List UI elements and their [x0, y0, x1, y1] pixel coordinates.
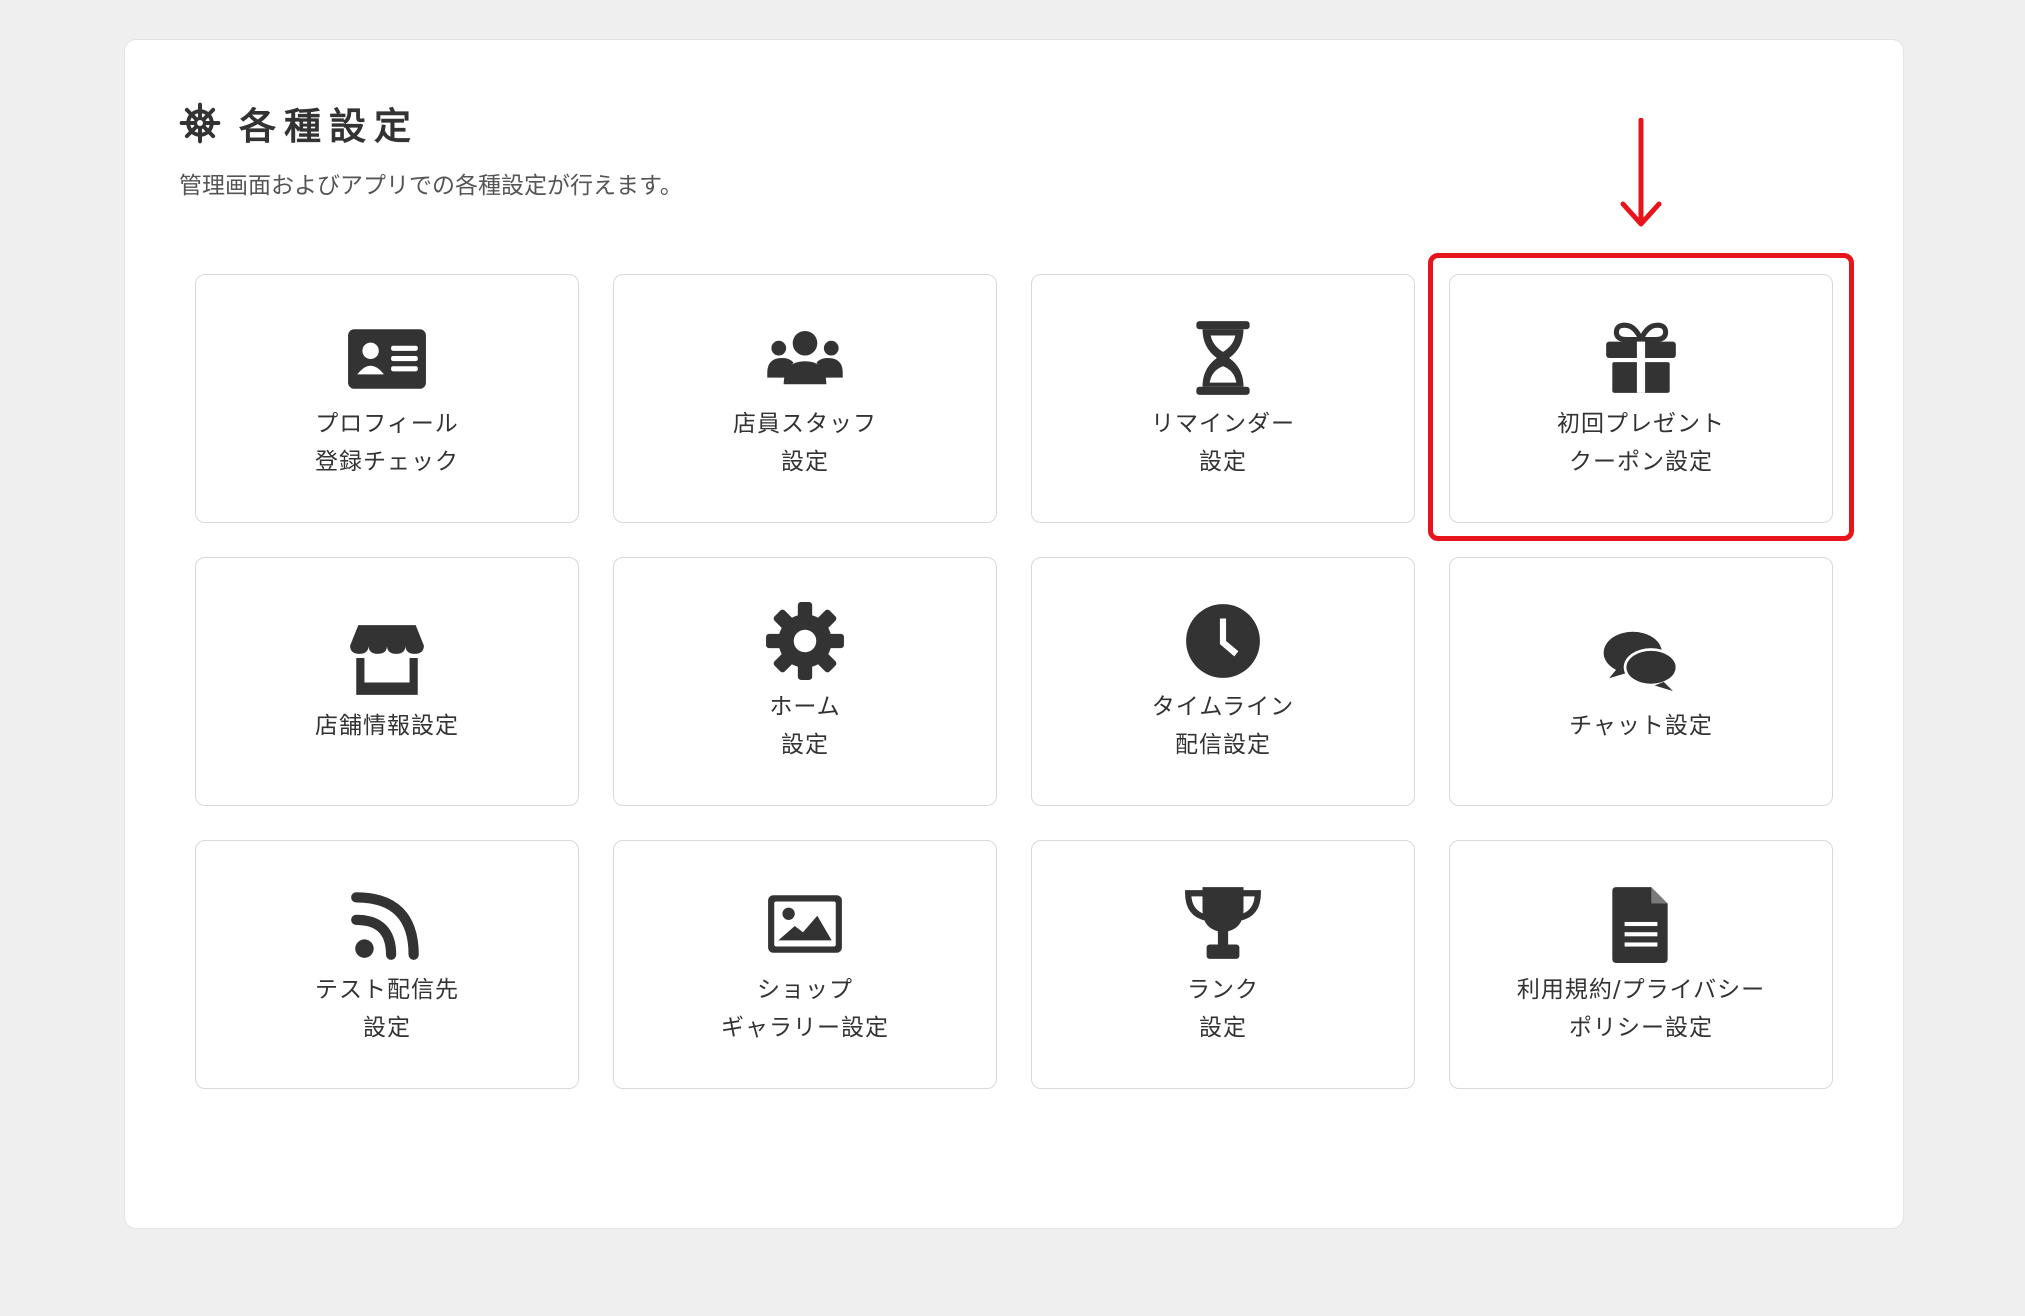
- page-title: 各種設定: [239, 105, 419, 148]
- card-label: ホーム 設定: [769, 693, 841, 758]
- card-home-settings[interactable]: ホーム 設定: [613, 557, 997, 806]
- page-header: 各種設定: [179, 96, 419, 150]
- id-card-icon: [348, 328, 426, 389]
- gear-icon: [766, 601, 844, 680]
- card-label: テスト配信先 設定: [315, 976, 459, 1041]
- card-store-info-settings[interactable]: 店舗情報設定: [195, 557, 579, 806]
- card-first-present-coupon[interactable]: 初回プレゼント クーポン設定: [1449, 274, 1833, 523]
- card-test-delivery-settings[interactable]: テスト配信先 設定: [195, 840, 579, 1089]
- card-label: リマインダー 設定: [1151, 410, 1295, 475]
- card-terms-privacy-settings[interactable]: 利用規約/プライバシー ポリシー設定: [1449, 840, 1833, 1089]
- card-label: ショップ ギャラリー設定: [721, 976, 889, 1041]
- chat-icon: [1603, 631, 1679, 691]
- card-label: プロフィール 登録チェック: [315, 410, 459, 475]
- settings-panel: 各種設定 管理画面およびアプリでの各種設定が行えます。 プロフィール 登録チェッ…: [124, 39, 1904, 1229]
- card-rank-settings[interactable]: ランク 設定: [1031, 840, 1415, 1089]
- image-icon: [768, 894, 842, 953]
- hourglass-icon: [1196, 320, 1250, 395]
- document-icon: [1612, 886, 1668, 963]
- card-label: 利用規約/プライバシー ポリシー設定: [1516, 976, 1766, 1041]
- rss-icon: [351, 891, 419, 960]
- card-label: 店舗情報設定: [315, 712, 459, 739]
- gift-icon: [1606, 322, 1676, 393]
- card-reminder-settings[interactable]: リマインダー 設定: [1031, 274, 1415, 523]
- trophy-icon: [1185, 886, 1261, 959]
- clock-icon: [1186, 603, 1260, 678]
- card-label: 店員スタッフ 設定: [733, 410, 877, 475]
- card-shop-gallery-settings[interactable]: ショップ ギャラリー設定: [613, 840, 997, 1089]
- users-icon: [767, 330, 843, 384]
- card-label: チャット設定: [1569, 712, 1713, 739]
- card-label: タイムライン 配信設定: [1151, 693, 1295, 758]
- store-icon: [350, 624, 424, 695]
- card-profile-check[interactable]: プロフィール 登録チェック: [195, 274, 579, 523]
- card-label: ランク 設定: [1187, 976, 1259, 1041]
- helm-icon: [179, 102, 221, 144]
- card-label: 初回プレゼント クーポン設定: [1557, 410, 1725, 475]
- settings-grid: プロフィール 登録チェック 店員スタッフ 設定 リマインダー 設定 初回プレゼン…: [195, 274, 1833, 1089]
- card-staff-settings[interactable]: 店員スタッフ 設定: [613, 274, 997, 523]
- card-timeline-delivery-settings[interactable]: タイムライン 配信設定: [1031, 557, 1415, 806]
- card-chat-settings[interactable]: チャット設定: [1449, 557, 1833, 806]
- page-subtitle: 管理画面およびアプリでの各種設定が行えます。: [179, 173, 683, 199]
